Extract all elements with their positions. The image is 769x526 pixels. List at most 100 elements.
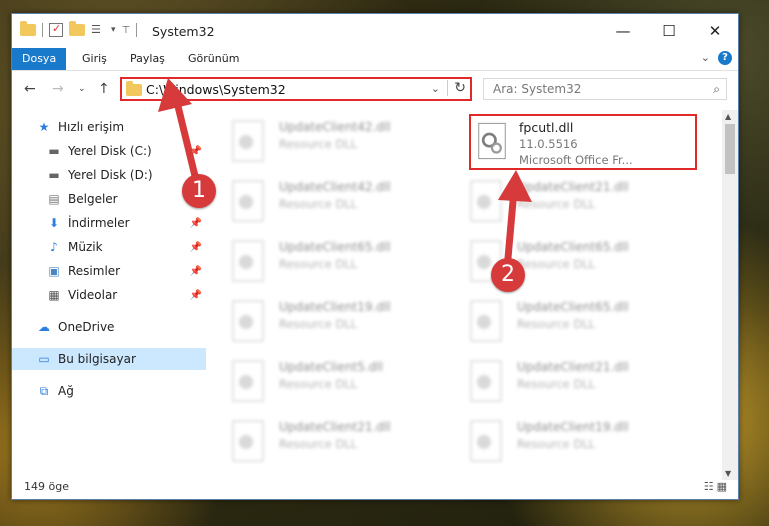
pin-icon[interactable]: 📌 (190, 266, 202, 277)
file-name: UpdateClient21.dll (279, 420, 391, 434)
dll-file-icon (478, 122, 506, 160)
search-icon[interactable]: ⌕ (713, 82, 720, 97)
sidebar-item-label: Videolar (68, 288, 118, 302)
up-icon[interactable]: ↑ (98, 81, 110, 97)
file-name: fpcutl.dll (519, 120, 574, 135)
list-item[interactable]: UpdateClient65.dll Resource DLL (469, 294, 699, 350)
sidebar-item-label: İndirmeler (68, 216, 130, 230)
sidebar-item-label: Yerel Disk (D:) (68, 168, 153, 182)
drive-icon: ▬ (48, 168, 60, 182)
forward-icon[interactable]: → (52, 81, 64, 97)
highlighted-file[interactable]: fpcutl.dll 11.0.5516 Microsoft Office Fr… (469, 114, 697, 170)
ribbon-tabs: Dosya Giriş Paylaş Görünüm ⌄ ? (12, 48, 738, 71)
sidebar-item-this-pc[interactable]: ▭ Bu bilgisayar (12, 348, 206, 370)
back-icon[interactable]: ← (24, 81, 36, 97)
window-controls: — ☐ ✕ (600, 14, 738, 48)
list-item[interactable]: UpdateClient21.dll Resource DLL (231, 414, 461, 470)
minimize-button[interactable]: — (600, 14, 646, 48)
tab-view[interactable]: Görünüm (178, 48, 249, 70)
customize-toolbar-icon[interactable]: ⊤ (122, 25, 131, 36)
close-button[interactable]: ✕ (692, 14, 738, 48)
videos-icon: ▦ (48, 288, 60, 302)
list-item[interactable]: UpdateClient19.dll Resource DLL (231, 294, 461, 350)
sidebar-item-music[interactable]: ♪ Müzik 📌 (12, 236, 206, 258)
sidebar-item-quick-access[interactable]: ★ Hızlı erişim (12, 116, 206, 138)
file-description: Resource DLL (279, 137, 358, 151)
pin-icon[interactable]: 📌 (190, 218, 202, 229)
sidebar-item-label: Yerel Disk (C:) (68, 144, 152, 158)
sidebar-item-network[interactable]: ⧉ Ağ (12, 380, 206, 402)
file-description: Resource DLL (279, 377, 358, 391)
list-item[interactable]: UpdateClient65.dll Resource DLL (231, 234, 461, 290)
scrollbar-thumb[interactable] (725, 124, 735, 174)
file-name: UpdateClient65.dll (517, 300, 629, 314)
maximize-button[interactable]: ☐ (646, 14, 692, 48)
list-item[interactable]: UpdateClient42.dll Resource DLL (231, 114, 461, 170)
toolbar-divider (136, 23, 138, 37)
refresh-icon[interactable]: ↻ (447, 80, 466, 96)
sidebar-item-onedrive[interactable]: ☁ OneDrive (12, 316, 206, 338)
status-bar: 149 öge ☷▦ (12, 475, 738, 499)
file-name: UpdateClient19.dll (517, 420, 629, 434)
tab-share[interactable]: Paylaş (120, 48, 175, 70)
file-description: Resource DLL (279, 317, 358, 331)
folder-icon (20, 21, 36, 36)
pin-icon[interactable]: 📌 (190, 146, 202, 157)
new-folder-icon[interactable] (69, 21, 85, 36)
file-description: Resource DLL (517, 317, 596, 331)
item-count: 149 öge (24, 480, 69, 493)
tab-file[interactable]: Dosya (12, 48, 67, 70)
search-input[interactable]: Ara: System32 ⌕ (483, 78, 727, 100)
help-icon[interactable]: ? (718, 51, 732, 65)
scroll-up-icon[interactable]: ▲ (725, 112, 731, 121)
dll-file-icon (232, 420, 264, 462)
sidebar-item-label: Bu bilgisayar (58, 352, 136, 366)
chevron-down-icon[interactable]: ▾ (111, 25, 116, 35)
file-name: UpdateClient42.dll (279, 120, 391, 134)
file-name: UpdateClient21.dll (517, 180, 629, 194)
sidebar-item-label: OneDrive (58, 320, 115, 334)
dll-file-icon (232, 120, 264, 162)
sidebar-item-pictures[interactable]: ▣ Resimler 📌 (12, 260, 206, 282)
chevron-down-icon[interactable]: ⌄ (431, 82, 440, 95)
sidebar-item-disk-d[interactable]: ▬ Yerel Disk (D:) (12, 164, 206, 186)
properties-icon[interactable]: ✓ (49, 22, 63, 37)
pin-icon[interactable]: 📌 (190, 290, 202, 301)
dll-file-icon (232, 180, 264, 222)
address-path: C:\Windows\System32 (146, 82, 286, 97)
callout-badge-1: 1 (182, 174, 216, 208)
tab-home[interactable]: Giriş (72, 48, 117, 70)
toolbar-divider (42, 23, 43, 37)
title-bar: ✓ ☰ ▾ ⊤ System32 — ☐ ✕ (12, 14, 738, 48)
explorer-window: ✓ ☰ ▾ ⊤ System32 — ☐ ✕ Dosya Giriş Payla… (11, 13, 739, 500)
star-icon: ★ (38, 120, 50, 134)
list-item[interactable]: UpdateClient5.dll Resource DLL (231, 354, 461, 410)
pin-icon[interactable]: 📌 (190, 242, 202, 253)
address-bar[interactable]: C:\Windows\System32 ⌄ ↻ (120, 77, 472, 101)
navigation-pane: ★ Hızlı erişim ▬ Yerel Disk (C:) 📌 ▬ Yer… (12, 110, 206, 480)
sidebar-item-disk-c[interactable]: ▬ Yerel Disk (C:) 📌 (12, 140, 206, 162)
expand-ribbon-icon[interactable]: ⌄ (701, 51, 710, 64)
sidebar-item-videos[interactable]: ▦ Videolar 📌 (12, 284, 206, 306)
list-item[interactable]: UpdateClient21.dll Resource DLL (469, 354, 699, 410)
navigation-bar: ← → ⌄ ↑ C:\Windows\System32 ⌄ ↻ Ara: Sys… (12, 71, 738, 107)
file-name: UpdateClient5.dll (279, 360, 383, 374)
documents-icon: ▤ (48, 192, 60, 206)
view-menu-icon[interactable]: ☰ (91, 23, 105, 37)
list-item[interactable]: UpdateClient19.dll Resource DLL (469, 414, 699, 470)
vertical-scrollbar[interactable]: ▲ ▼ (722, 110, 738, 480)
dll-file-icon (470, 300, 502, 342)
sidebar-item-downloads[interactable]: ⬇ İndirmeler 📌 (12, 212, 206, 234)
sidebar-item-documents[interactable]: ▤ Belgeler (12, 188, 206, 210)
window-title: System32 (152, 24, 215, 39)
file-description: Resource DLL (517, 377, 596, 391)
list-item[interactable]: UpdateClient21.dll Resource DLL (469, 174, 699, 230)
search-placeholder: Ara: System32 (493, 82, 582, 96)
file-description: Resource DLL (279, 197, 358, 211)
recent-locations-icon[interactable]: ⌄ (78, 84, 86, 94)
list-item[interactable]: UpdateClient42.dll Resource DLL (231, 174, 461, 230)
file-name: UpdateClient19.dll (279, 300, 391, 314)
view-toggle-icons[interactable]: ☷▦ (704, 480, 730, 493)
sidebar-item-label: Belgeler (68, 192, 118, 206)
dll-file-icon (470, 180, 502, 222)
